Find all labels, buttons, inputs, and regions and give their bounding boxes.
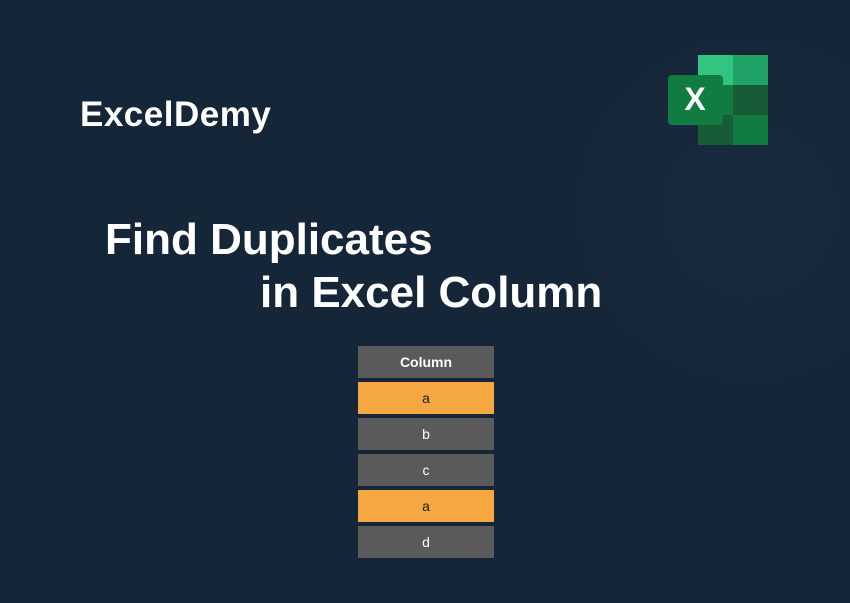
table-header: Column — [357, 345, 495, 379]
example-table: Column a b c a d — [357, 345, 495, 559]
table-row: c — [357, 453, 495, 487]
brand-logo: ExcelDemy — [80, 95, 271, 135]
table-row: a — [357, 489, 495, 523]
page-title-line1: Find Duplicates — [105, 215, 433, 265]
table-row: a — [357, 381, 495, 415]
svg-text:X: X — [684, 81, 706, 117]
page-title-line2: in Excel Column — [260, 268, 602, 318]
table-row: d — [357, 525, 495, 559]
excel-icon: X — [663, 50, 773, 155]
table-row: b — [357, 417, 495, 451]
